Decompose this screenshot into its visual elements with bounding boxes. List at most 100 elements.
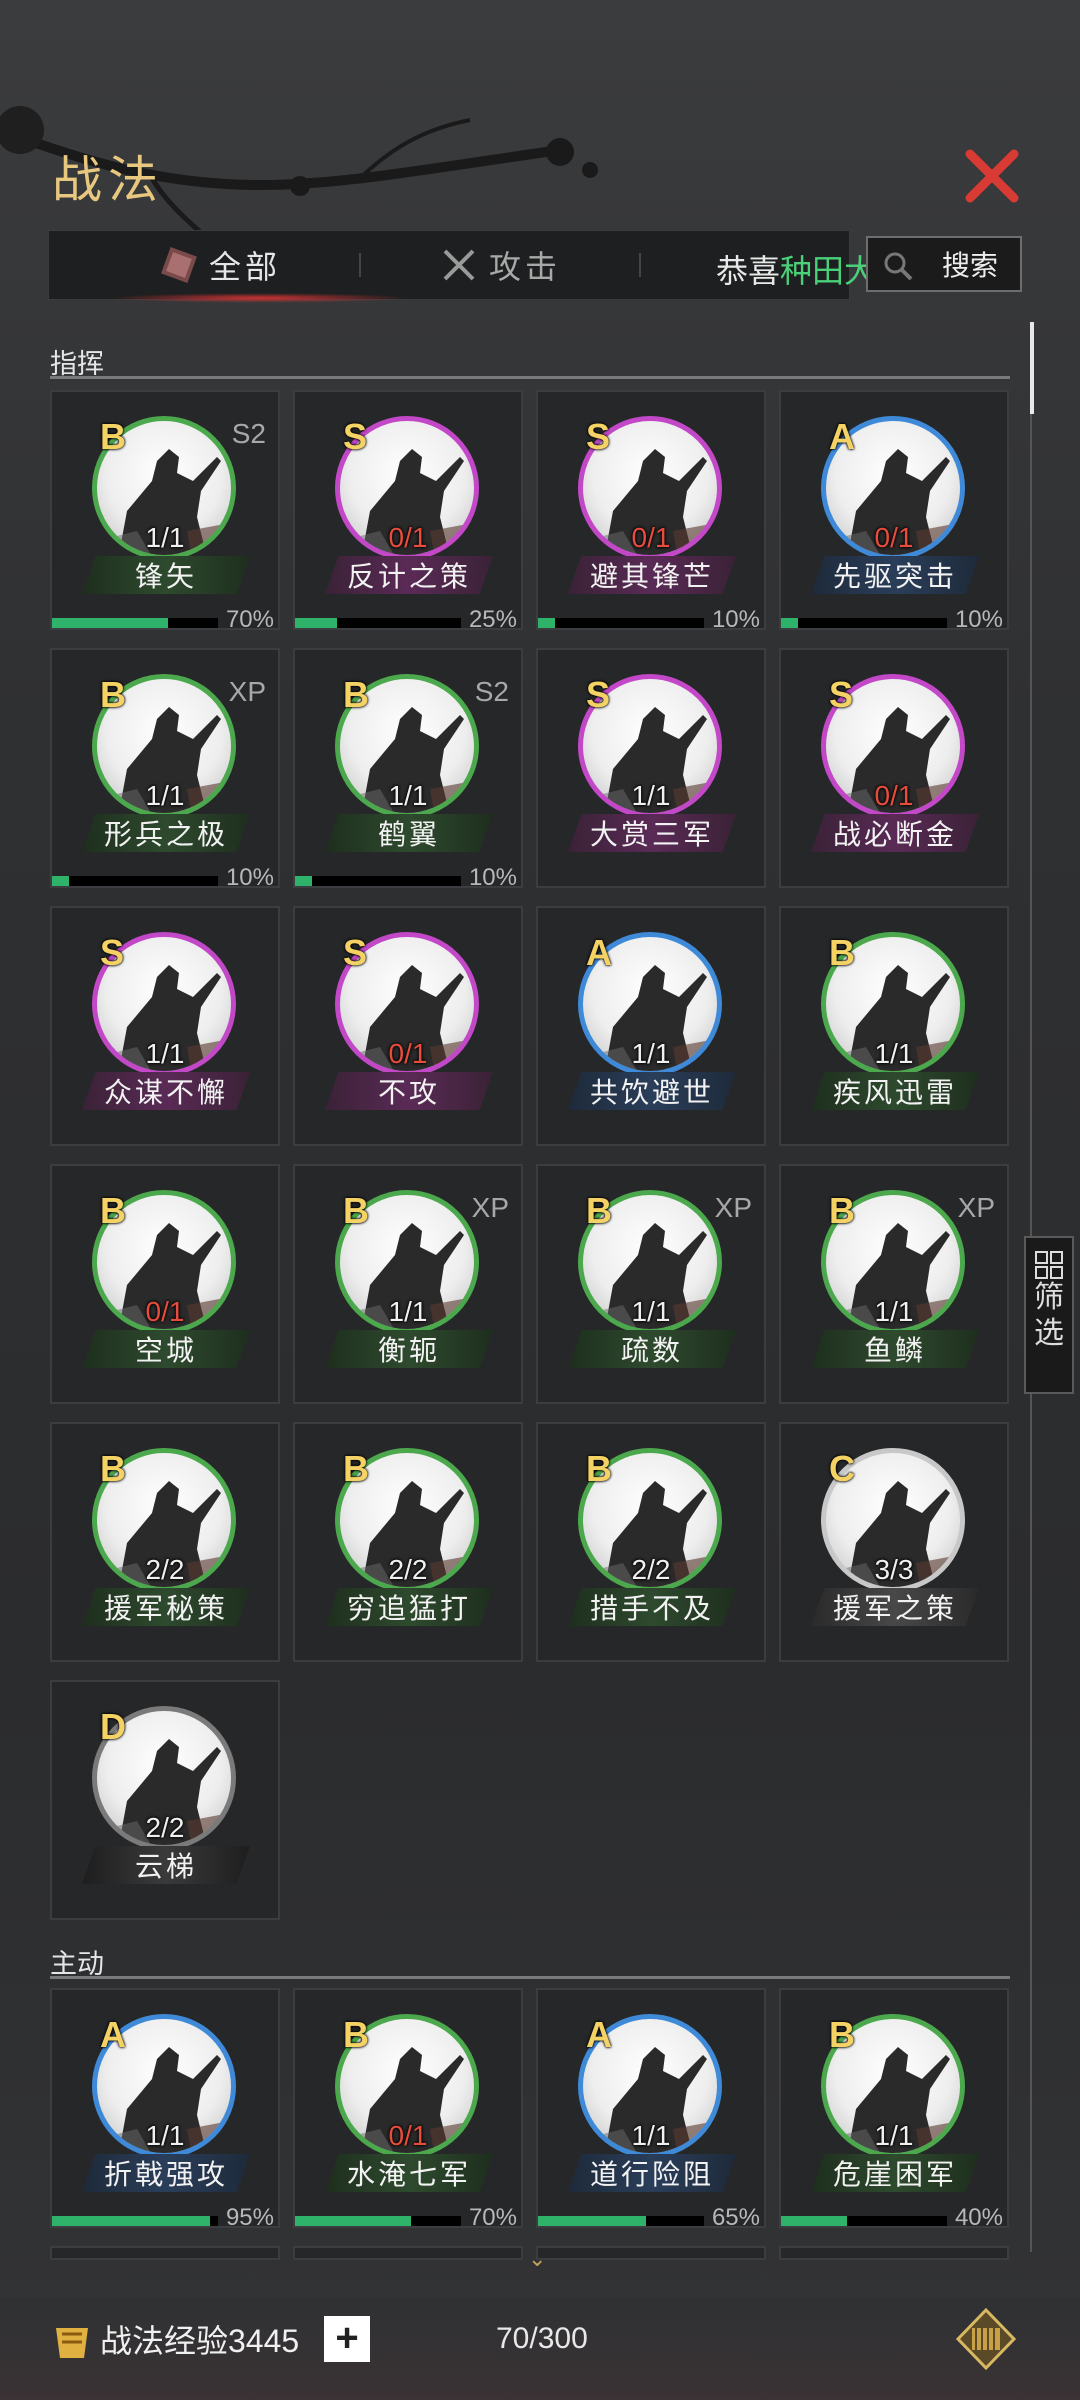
tactic-progress-percent: 10% xyxy=(468,864,517,891)
tactic-grade: A xyxy=(829,416,855,457)
tactic-card[interactable]: B 1/1 危崖困军 40% xyxy=(779,1988,1009,2231)
tactic-name: 鱼鳞 xyxy=(811,1330,979,1368)
tactic-count: 1/1 xyxy=(874,1296,914,1327)
tactic-count: 1/1 xyxy=(145,780,185,811)
tactic-progress-percent: 10% xyxy=(711,606,760,633)
tactic-progress-fill xyxy=(52,618,169,628)
scrollbar-thumb[interactable] xyxy=(1030,322,1034,414)
filter-label-2: 选 xyxy=(1034,1317,1064,1350)
tactic-card[interactable]: S 0/1 反计之策 25% xyxy=(293,390,523,633)
tab-attack-label: 攻击 xyxy=(489,249,562,285)
tactic-tag: XP xyxy=(714,1192,752,1223)
tactic-card-partial[interactable] xyxy=(50,2246,280,2260)
notice-prefix: 恭喜 xyxy=(716,253,781,289)
search-button[interactable]: 搜索 xyxy=(866,236,1022,292)
tactic-card[interactable]: S 0/1 不攻 xyxy=(293,906,523,1146)
tactic-count: 1/1 xyxy=(388,1296,428,1327)
tactic-card[interactable]: A 1/1 共饮避世 xyxy=(536,906,766,1146)
tactic-progress-fill xyxy=(52,876,69,886)
tactic-count: 1/1 xyxy=(631,1038,671,1069)
tactic-name: 鹤翼 xyxy=(325,814,493,852)
tactic-grade: B xyxy=(100,1448,126,1489)
tactic-name: 形兵之极 xyxy=(82,814,250,852)
tactic-count: 0/1 xyxy=(388,522,428,553)
tactic-name: 危崖困军 xyxy=(811,2154,979,2192)
tactic-name: 战必断金 xyxy=(811,814,979,852)
tactic-tag: XP xyxy=(957,1192,995,1223)
tactic-progress-fill xyxy=(52,2216,210,2226)
filter-button[interactable]: 筛 选 xyxy=(1024,1236,1074,1394)
tactic-card-partial[interactable] xyxy=(536,2246,766,2260)
tactic-card[interactable]: A 1/1 道行险阻 65% xyxy=(536,1988,766,2231)
tactic-grade: B xyxy=(829,1190,855,1231)
tactic-count: 1/1 xyxy=(874,2120,914,2151)
tactic-card[interactable]: S 1/1 众谋不懈 xyxy=(50,906,280,1146)
tactic-card[interactable]: B XP 1/1 形兵之极 10% xyxy=(50,648,280,891)
tactic-grade: B xyxy=(100,1190,126,1231)
tactic-count: 0/1 xyxy=(874,522,914,553)
tab-all-label: 全部 xyxy=(209,249,282,285)
tactic-progress-bar xyxy=(295,2216,461,2226)
tactic-name: 穷追猛打 xyxy=(325,1588,493,1626)
tactic-progress-percent: 70% xyxy=(468,2204,517,2231)
tactic-card[interactable]: B 0/1 水淹七军 70% xyxy=(293,1988,523,2231)
tactic-count: 1/1 xyxy=(145,1038,185,1069)
tactic-progress-percent: 70% xyxy=(225,606,274,633)
scroll-case-icon[interactable] xyxy=(956,2308,1016,2370)
tactic-progress-fill xyxy=(538,618,555,628)
tactic-card[interactable]: B XP 1/1 疏数 xyxy=(536,1164,766,1404)
tactic-card[interactable]: B 2/2 措手不及 xyxy=(536,1422,766,1662)
tactic-tag: XP xyxy=(471,1192,509,1223)
tactic-card[interactable]: S 0/1 战必断金 xyxy=(779,648,1009,888)
tactic-grade: B xyxy=(100,674,126,715)
all-icon xyxy=(161,247,197,283)
tactic-grade: B xyxy=(586,1448,612,1489)
tactic-progress-bar xyxy=(781,2216,947,2226)
tactic-card[interactable]: B 2/2 援军秘策 xyxy=(50,1422,280,1662)
close-icon[interactable] xyxy=(962,146,1022,206)
tactic-progress-fill xyxy=(781,618,798,628)
tactic-card[interactable]: A 1/1 折戟强攻 95% xyxy=(50,1988,280,2231)
tactic-card-partial[interactable] xyxy=(293,2246,523,2260)
tactic-progress-bar xyxy=(52,618,218,628)
tactic-progress-bar xyxy=(295,618,461,628)
tactic-tag: S2 xyxy=(474,676,509,707)
tactic-name: 措手不及 xyxy=(568,1588,736,1626)
tactic-progress-bar xyxy=(295,876,461,886)
tactic-grade: S xyxy=(100,932,125,973)
tactic-card[interactable]: C 3/3 援军之策 xyxy=(779,1422,1009,1662)
tactic-progress-fill xyxy=(295,618,337,628)
tactic-name: 不攻 xyxy=(325,1072,493,1110)
tactic-card[interactable]: B XP 1/1 鱼鳞 xyxy=(779,1164,1009,1404)
tactic-name: 援军秘策 xyxy=(82,1588,250,1626)
tactic-card[interactable]: B 2/2 穷追猛打 xyxy=(293,1422,523,1662)
tactic-progress-fill xyxy=(538,2216,646,2226)
tactic-progress-percent: 10% xyxy=(225,864,274,891)
tactic-card[interactable]: A 0/1 先驱突击 10% xyxy=(779,390,1009,633)
tactic-card[interactable]: D 2/2 云梯 xyxy=(50,1680,280,1920)
tactic-card[interactable]: S 1/1 大赏三军 xyxy=(536,648,766,888)
tactic-name: 疾风迅雷 xyxy=(811,1072,979,1110)
tactic-card[interactable]: B 0/1 空城 xyxy=(50,1164,280,1404)
tactic-card[interactable]: B S2 1/1 鹤翼 10% xyxy=(293,648,523,891)
tactic-progress-bar xyxy=(52,876,218,886)
tab-all[interactable]: 全部 xyxy=(159,231,281,299)
tactic-tag: S2 xyxy=(231,418,266,449)
tactic-name: 衡轭 xyxy=(325,1330,493,1368)
tactic-slot-count: 70/300 xyxy=(496,2322,588,2355)
tactic-grade: C xyxy=(829,1448,855,1489)
tactic-card[interactable]: B S2 1/1 锋矢 70% xyxy=(50,390,280,633)
tactic-card[interactable]: B XP 1/1 衡轭 xyxy=(293,1164,523,1404)
tactic-progress-fill xyxy=(781,2216,848,2226)
tactic-card[interactable]: B 1/1 疾风迅雷 xyxy=(779,906,1009,1146)
tactic-progress-fill xyxy=(295,2216,412,2226)
tactic-count: 2/2 xyxy=(145,1554,185,1585)
tactic-card[interactable]: S 0/1 避其锋芒 10% xyxy=(536,390,766,633)
tactic-card-partial[interactable] xyxy=(779,2246,1009,2260)
tactic-grade: B xyxy=(343,1190,369,1231)
tab-attack[interactable]: 攻击 xyxy=(439,231,561,299)
section-divider xyxy=(50,1976,1010,1979)
tactic-grade: A xyxy=(586,2014,612,2055)
tactic-count: 1/1 xyxy=(631,2120,671,2151)
add-exp-button[interactable]: + xyxy=(324,2316,370,2362)
